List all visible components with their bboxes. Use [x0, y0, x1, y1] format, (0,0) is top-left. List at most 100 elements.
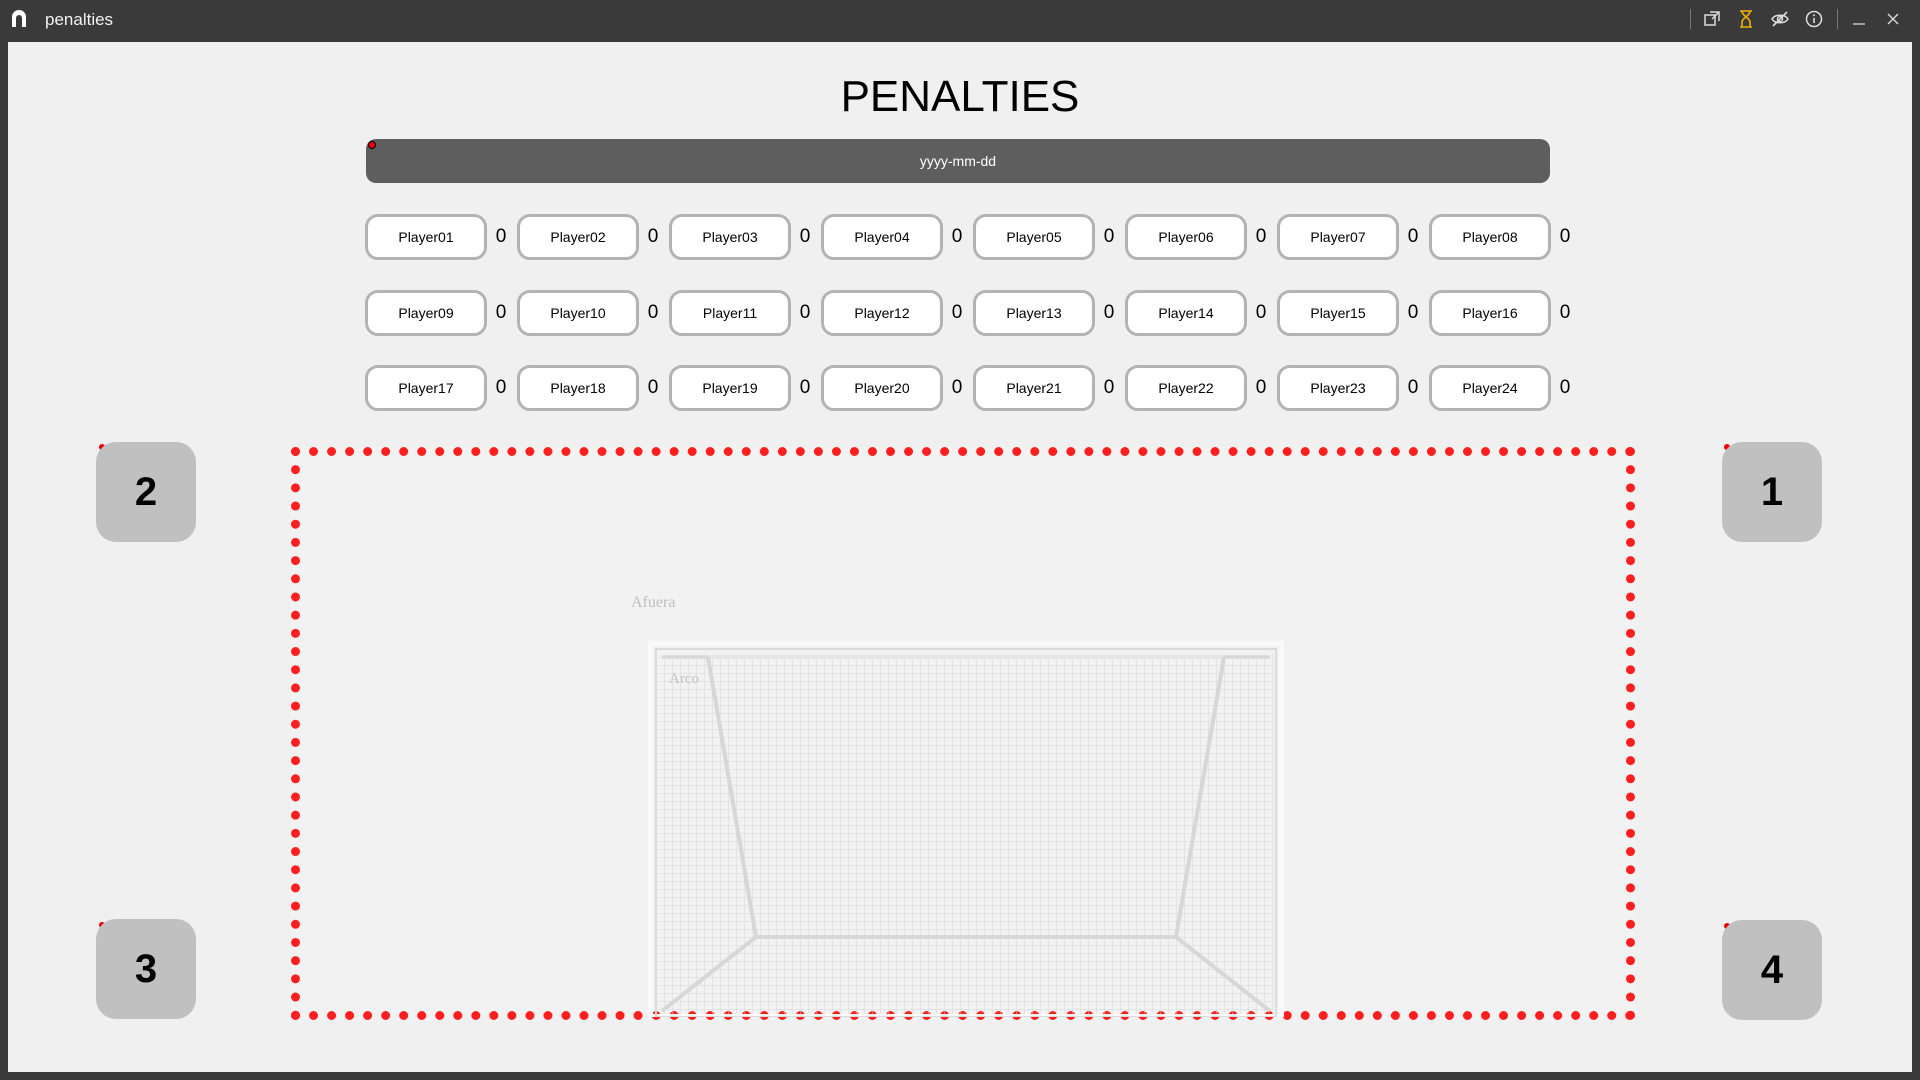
date-field-marker	[368, 141, 376, 149]
player-score: 0	[1255, 226, 1267, 247]
titlebar-controls	[1680, 7, 1906, 31]
player-button[interactable]: Player01	[365, 214, 487, 260]
app-content: PENALTIES Player010 Player020 Player030 …	[8, 42, 1912, 1072]
player-score: 0	[647, 226, 659, 247]
player-cell: Player09 0	[365, 288, 517, 338]
player-score: 0	[951, 377, 963, 398]
hourglass-icon[interactable]	[1733, 7, 1759, 31]
player-score: 0	[1559, 226, 1571, 247]
player-button[interactable]: Player05	[973, 214, 1095, 260]
close-icon[interactable]	[1880, 7, 1906, 31]
corner-button-2[interactable]: 2	[96, 442, 196, 542]
player-score: 0	[799, 226, 811, 247]
player-score: 0	[1103, 301, 1115, 323]
player-score: 0	[1407, 377, 1419, 398]
window-titlebar: penalties	[0, 0, 1920, 40]
player-cell: Player11 0	[669, 288, 821, 338]
player-cell: Player15 0	[1277, 288, 1429, 338]
player-cell: Player01 0	[365, 212, 517, 262]
popout-icon[interactable]	[1699, 7, 1725, 31]
player-score: 0	[1559, 301, 1571, 323]
player-cell: Player02 0	[517, 212, 669, 262]
player-button[interactable]: Player21	[973, 365, 1095, 411]
player-row: Player01 0 Player02 0 Player03 0 Player04 0 …	[365, 212, 1605, 262]
player-button[interactable]: Player23	[1277, 365, 1399, 411]
player-button[interactable]: Player20	[821, 365, 943, 411]
player-score: 0	[1407, 226, 1419, 247]
corner-button-3[interactable]: 3	[96, 919, 196, 1019]
player-row: Player17 0 Player18 0 Player19 0 Player20 0 …	[365, 363, 1605, 413]
corner-button-1[interactable]: 1	[1722, 442, 1822, 542]
player-score: 0	[951, 226, 963, 247]
player-button[interactable]: Player10	[517, 289, 639, 336]
player-cell: Player04 0	[821, 212, 973, 262]
player-button[interactable]: Player18	[517, 365, 639, 411]
player-button[interactable]: Player07	[1277, 214, 1399, 260]
player-button[interactable]: Player22	[1125, 365, 1247, 411]
player-cell: Player06 0	[1125, 212, 1277, 262]
player-score: 0	[1407, 301, 1419, 323]
player-button[interactable]: Player14	[1125, 289, 1247, 336]
titlebar-divider	[1690, 9, 1691, 29]
player-button[interactable]: Player16	[1429, 289, 1551, 336]
player-button[interactable]: Player02	[517, 214, 639, 260]
player-cell: Player22 0	[1125, 363, 1277, 413]
window-bottom-border	[0, 1072, 1920, 1080]
date-field-container	[366, 139, 1550, 183]
date-input[interactable]	[806, 152, 1110, 170]
minimize-icon[interactable]	[1846, 7, 1872, 31]
player-cell: Player24 0	[1429, 363, 1581, 413]
player-score: 0	[1255, 377, 1267, 398]
player-cell: Player03 0	[669, 212, 821, 262]
outside-label: Afuera	[631, 594, 676, 611]
corner-button-4[interactable]: 4	[1722, 920, 1822, 1020]
player-cell: Player17 0	[365, 363, 517, 413]
player-score: 0	[647, 377, 659, 398]
info-icon[interactable]	[1801, 7, 1827, 31]
player-button[interactable]: Player06	[1125, 214, 1247, 260]
eye-off-icon[interactable]	[1767, 7, 1793, 31]
player-score: 0	[1103, 377, 1115, 398]
goal-image[interactable]	[648, 641, 1284, 1017]
player-cell: Player05 0	[973, 212, 1125, 262]
window-title: penalties	[45, 10, 114, 29]
player-grid: Player01 0 Player02 0 Player03 0 Player04 0 …	[365, 212, 1605, 439]
page-title: PENALTIES	[840, 72, 1080, 121]
titlebar-divider	[1837, 9, 1838, 29]
player-row: Player09 0 Player10 0 Player11 0 Player12 0 …	[365, 288, 1605, 338]
player-button[interactable]: Player17	[365, 365, 487, 411]
player-score: 0	[495, 226, 507, 247]
player-cell: Player18 0	[517, 363, 669, 413]
app-logo-icon	[12, 10, 26, 27]
player-score: 0	[1255, 301, 1267, 323]
player-cell: Player08 0	[1429, 212, 1581, 262]
player-score: 0	[799, 301, 811, 323]
player-cell: Player20 0	[821, 363, 973, 413]
player-button[interactable]: Player08	[1429, 214, 1551, 260]
player-score: 0	[495, 377, 507, 398]
player-score: 0	[951, 301, 963, 323]
player-cell: Player12 0	[821, 288, 973, 338]
player-button[interactable]: Player03	[669, 214, 791, 260]
player-score: 0	[1559, 377, 1571, 398]
player-button[interactable]: Player15	[1277, 289, 1399, 336]
player-cell: Player13 0	[973, 288, 1125, 338]
player-button[interactable]: Player12	[821, 289, 943, 336]
player-score: 0	[799, 377, 811, 398]
goal-label: Arco	[669, 671, 699, 687]
player-score: 0	[1103, 226, 1115, 247]
player-button[interactable]: Player09	[365, 289, 487, 336]
player-button[interactable]: Player11	[669, 289, 791, 336]
player-button[interactable]: Player24	[1429, 365, 1551, 411]
player-button[interactable]: Player13	[973, 289, 1095, 336]
player-cell: Player16 0	[1429, 288, 1581, 338]
player-cell: Player07 0	[1277, 212, 1429, 262]
player-cell: Player14 0	[1125, 288, 1277, 338]
player-score: 0	[495, 301, 507, 323]
player-cell: Player19 0	[669, 363, 821, 413]
player-button[interactable]: Player19	[669, 365, 791, 411]
player-cell: Player21 0	[973, 363, 1125, 413]
player-score: 0	[647, 301, 659, 323]
player-button[interactable]: Player04	[821, 214, 943, 260]
player-cell: Player23 0	[1277, 363, 1429, 413]
